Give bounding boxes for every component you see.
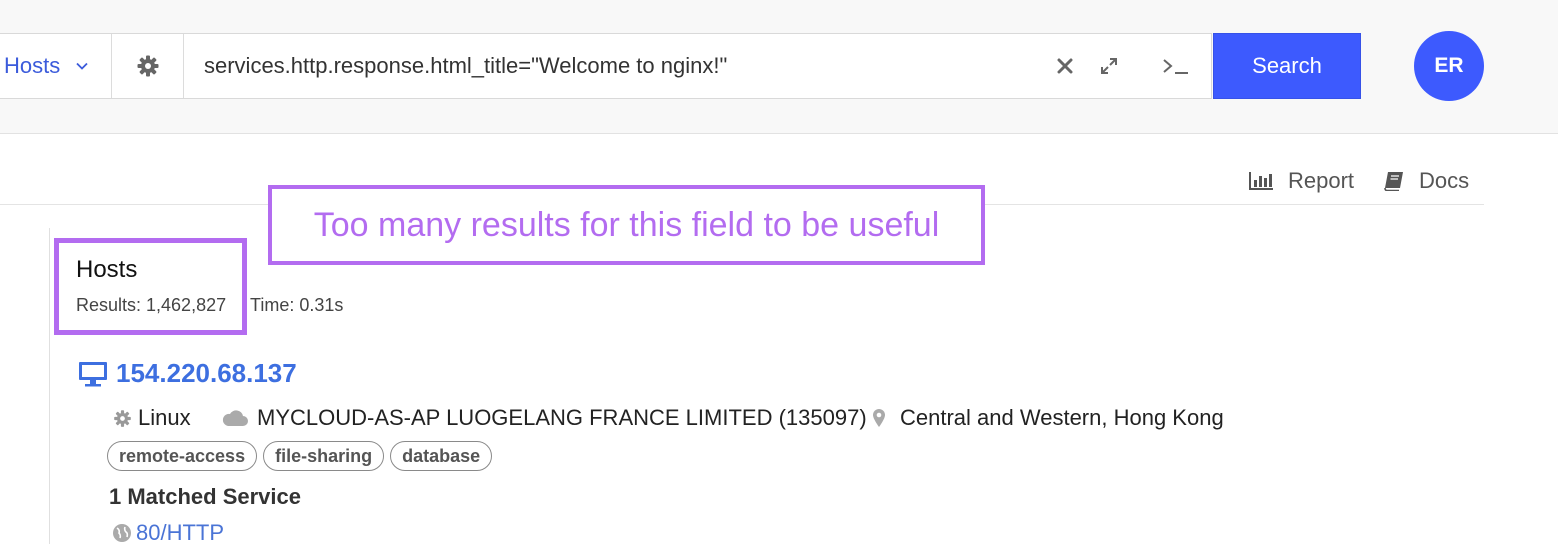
expand-icon [1101, 58, 1117, 74]
cli-query-button[interactable] [1160, 34, 1190, 98]
cloud-icon [222, 410, 248, 426]
host-asn: MYCLOUD-AS-AP LUOGELANG FRANCE LIMITED (… [221, 404, 867, 432]
search-type-dropdown[interactable]: Hosts [0, 34, 112, 98]
host-location-label: Central and Western, Hong Kong [900, 405, 1224, 430]
results-time: Time: 0.31s [250, 295, 344, 315]
annotation-callout: Too many results for this field to be us… [268, 185, 985, 265]
map-pin-icon [873, 409, 885, 427]
report-link[interactable]: Report [1248, 166, 1354, 196]
docs-link[interactable]: Docs [1383, 166, 1469, 196]
host-tags: remote-access file-sharing database [107, 441, 498, 471]
search-settings-button[interactable] [112, 34, 184, 98]
report-label: Report [1288, 168, 1355, 193]
host-os: Linux [113, 404, 191, 432]
tag-database[interactable]: database [390, 441, 493, 471]
search-bar: Hosts services.http.response.html_title=… [0, 33, 1212, 99]
monitor-icon [79, 361, 107, 386]
clear-query-button[interactable] [1052, 34, 1078, 98]
host-ip: 154.220.68.137 [116, 358, 297, 388]
gear-icon [137, 55, 158, 77]
terminal-icon [1163, 59, 1188, 74]
annotation-text: Too many results for this field to be us… [313, 205, 940, 244]
host-os-label: Linux [138, 405, 191, 430]
user-avatar[interactable]: ER [1414, 31, 1484, 101]
host-link[interactable]: 154.220.68.137 [78, 358, 297, 389]
search-type-label: Hosts [4, 53, 61, 78]
search-button[interactable]: Search [1213, 33, 1361, 99]
clear-icon [1057, 58, 1073, 74]
chevron-down-icon [76, 62, 88, 70]
results-border [49, 228, 50, 544]
top-bar: Hosts services.http.response.html_title=… [0, 0, 1558, 134]
service-label: 80/HTTP [136, 520, 225, 544]
tag-remote-access[interactable]: remote-access [107, 441, 258, 471]
gear-icon [114, 409, 131, 427]
report-chart-icon [1249, 172, 1273, 190]
service-link[interactable]: 80/HTTP [112, 520, 224, 544]
docs-label: Docs [1419, 168, 1470, 193]
matched-services-heading: 1 Matched Service [109, 484, 301, 509]
host-location: Central and Western, Hong Kong [872, 404, 1224, 432]
host-asn-label: MYCLOUD-AS-AP LUOGELANG FRANCE LIMITED (… [257, 405, 867, 430]
tag-file-sharing[interactable]: file-sharing [263, 441, 385, 471]
expand-query-button[interactable] [1096, 34, 1122, 98]
annotation-highlight-box [54, 238, 247, 335]
book-icon [1384, 172, 1403, 191]
search-query-input[interactable]: services.http.response.html_title="Welco… [204, 34, 727, 98]
globe-icon [113, 524, 131, 542]
